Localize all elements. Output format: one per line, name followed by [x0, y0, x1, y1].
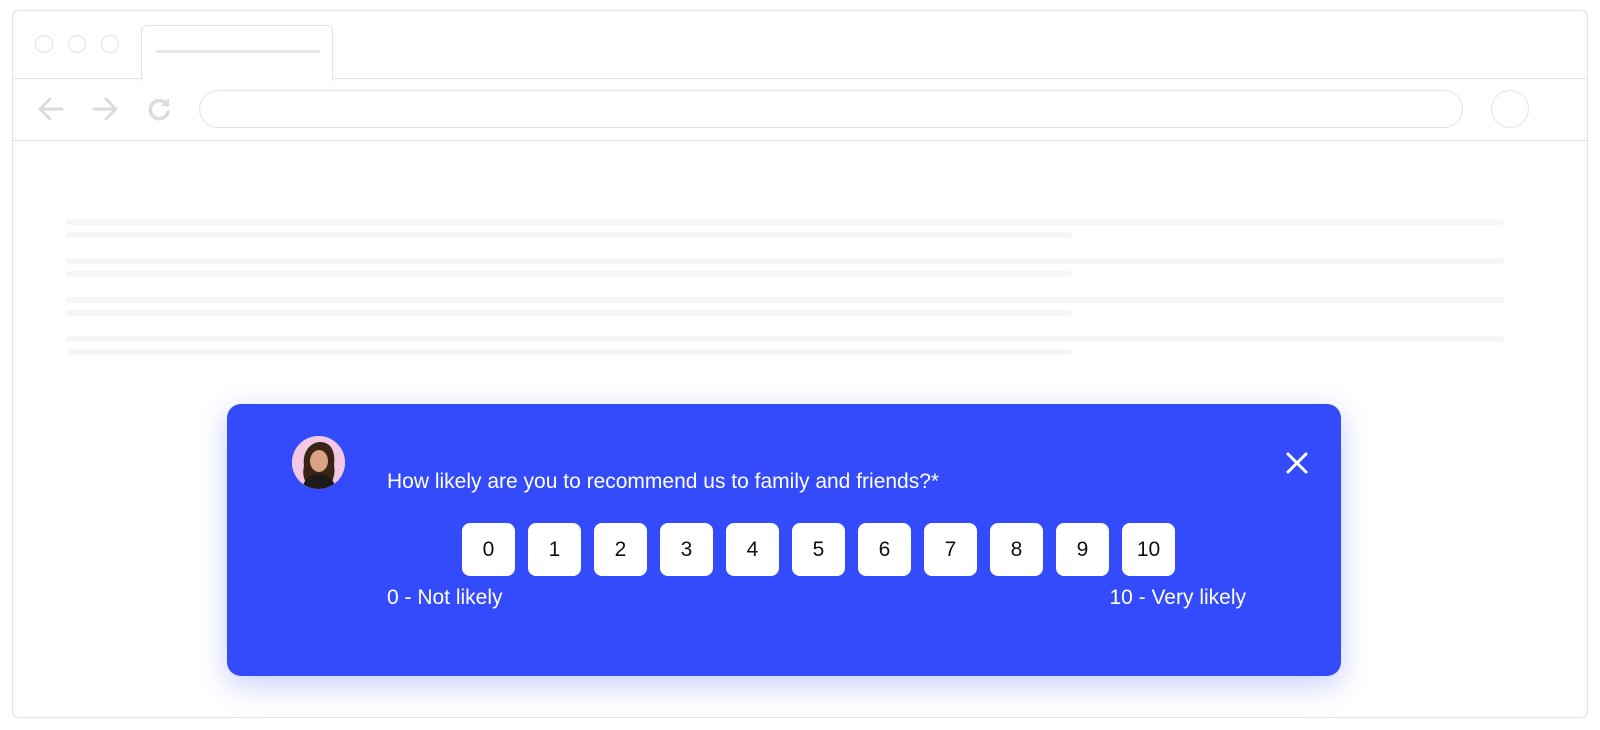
- content-placeholder-line: [66, 297, 1504, 303]
- content-placeholder-line: [66, 271, 1072, 277]
- score-button-6[interactable]: 6: [858, 523, 911, 576]
- browser-titlebar: [13, 11, 1587, 81]
- content-placeholder-line: [66, 219, 1504, 225]
- scale-low-label: 0 - Not likely: [387, 586, 503, 609]
- score-button-0[interactable]: 0: [462, 523, 515, 576]
- close-icon[interactable]: [1282, 448, 1312, 478]
- content-placeholder-line: [66, 232, 1072, 238]
- nps-survey-card: How likely are you to recommend us to fa…: [227, 404, 1341, 676]
- scale-high-label: 10 - Very likely: [1109, 586, 1246, 609]
- window-close-dot[interactable]: [35, 35, 53, 53]
- score-button-1[interactable]: 1: [528, 523, 581, 576]
- score-button-3[interactable]: 3: [660, 523, 713, 576]
- score-button-8[interactable]: 8: [990, 523, 1043, 576]
- address-bar[interactable]: [199, 90, 1463, 128]
- content-placeholder-line: [66, 336, 1504, 342]
- score-button-5[interactable]: 5: [792, 523, 845, 576]
- content-placeholder-line: [66, 258, 1504, 264]
- survey-question: How likely are you to recommend us to fa…: [387, 470, 940, 493]
- window-minimize-dot[interactable]: [68, 35, 86, 53]
- back-arrow-icon[interactable]: [35, 93, 67, 125]
- score-button-9[interactable]: 9: [1056, 523, 1109, 576]
- content-placeholder-line: [66, 310, 1072, 316]
- avatar: [292, 436, 345, 489]
- score-button-2[interactable]: 2: [594, 523, 647, 576]
- score-button-7[interactable]: 7: [924, 523, 977, 576]
- score-button-10[interactable]: 10: [1122, 523, 1175, 576]
- profile-avatar-button[interactable]: [1491, 90, 1529, 128]
- content-placeholder-line: [66, 349, 1072, 355]
- browser-tab[interactable]: [141, 25, 333, 81]
- score-button-4[interactable]: 4: [726, 523, 779, 576]
- forward-arrow-icon[interactable]: [89, 93, 121, 125]
- browser-toolbar: [13, 79, 1587, 141]
- rating-scale: 0 1 2 3 4 5 6 7 8 9 10: [462, 523, 1175, 576]
- reload-icon[interactable]: [143, 93, 175, 125]
- window-maximize-dot[interactable]: [101, 35, 119, 53]
- tab-title-placeholder: [156, 50, 320, 53]
